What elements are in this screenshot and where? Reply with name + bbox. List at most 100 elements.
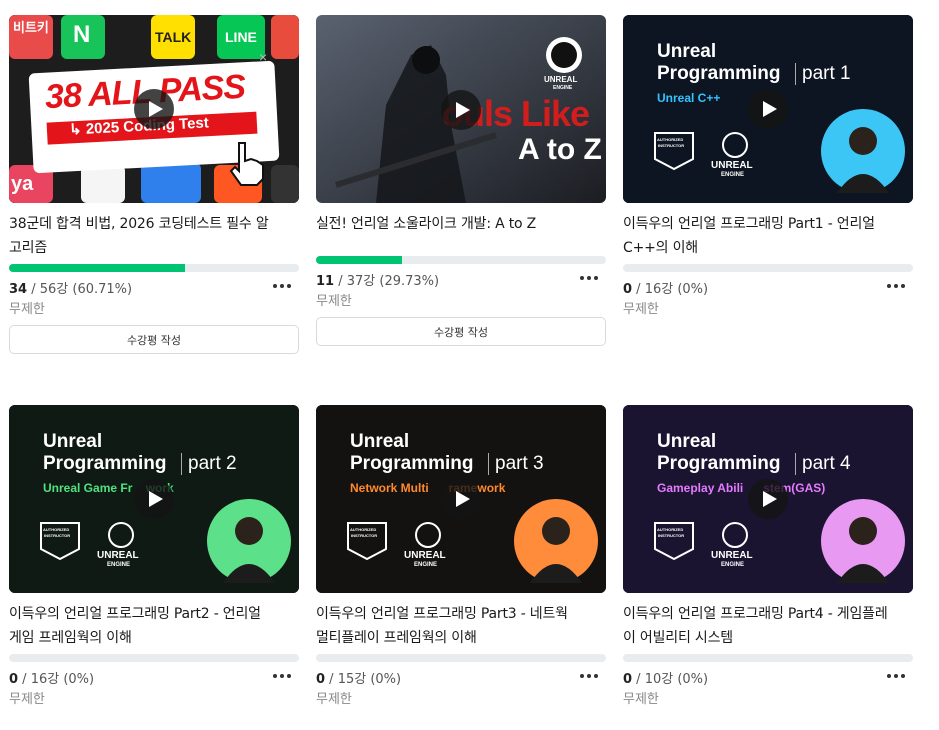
course-card[interactable]: Unreal Programming part 2 Unreal Game Fr… [9,405,299,707]
progress-fill [316,256,403,264]
course-thumbnail[interactable]: Unreal Programming part 4 Gameplay Abili… [623,405,913,593]
more-options-icon[interactable] [273,283,293,289]
access-period: 무제한 [623,692,659,707]
thumb-line2: Programming [657,63,781,84]
play-button[interactable] [748,479,788,519]
progress-done: 0 [623,282,633,297]
badge-authorized: AUTHORIZED [43,527,70,532]
thumb-line2: Programming [43,453,167,474]
course-card[interactable]: Unreal Programming part 4 Gameplay Abili… [623,405,913,707]
access-period: 무제한 [9,302,45,317]
engine-sub: ENGINE [414,562,438,568]
engine-sub: ENGINE [107,562,131,568]
engine-word: UNREAL [711,550,753,561]
engine-word: UNREAL [97,550,139,561]
course-thumbnail[interactable]: Unreal Programming part 1 Unreal C++ AUT… [623,15,913,203]
progress-done: 0 [623,672,633,687]
thumb-part: part 2 [181,453,237,475]
write-review-button[interactable]: 수강평 작성 [316,317,606,346]
course-card[interactable]: 비트키 N TALK LINE ya 38 ALL PASS ↳ 2025 Co… [9,15,299,354]
course-title-line: 이득우의 언리얼 프로그래밍 Part4 - 게임플레 [623,606,888,622]
badge-authorized: AUTHORIZED [657,137,684,142]
more-options-icon[interactable] [580,275,600,281]
play-button[interactable] [748,89,788,129]
course-title-line: 게임 프레임웍의 이해 [9,630,132,646]
progress-fill [9,264,186,272]
course-title[interactable]: 이득우의 언리얼 프로그래밍 Part3 - 네트웍 멀티플레이 프레임웍의 이… [316,602,606,650]
course-title-line: 38군데 합격 비법, 2026 코딩테스트 필수 알 [9,216,269,232]
progress-text: 11 / 37강 (29.73%) [316,270,606,289]
thumb-app-label: N [73,21,91,48]
play-button[interactable] [441,90,481,130]
progress-text: 34 / 56강 (60.71%) [9,278,299,297]
progress-total: / 56강 (60.71%) [27,282,133,297]
thumb-part: part 1 [795,63,851,85]
thumb-app-label: TALK [155,29,192,45]
play-button[interactable] [134,89,174,129]
thumb-line2: Programming [350,453,474,474]
engine-word: UNREAL [711,160,753,171]
thumb-line1: Unreal [657,431,717,452]
more-options-icon[interactable] [887,283,907,289]
course-title[interactable]: 실전! 언리얼 소울라이크 개발: A to Z [316,212,606,260]
course-card[interactable]: Unreal Programming part 1 Unreal C++ AUT… [623,15,913,317]
course-title-line: 멀티플레이 프레임웍의 이해 [316,630,477,646]
badge-authorized: AUTHORIZED [350,527,377,532]
thumb-line1: Unreal [350,431,410,452]
thumb-app-label: LINE [225,29,257,45]
write-review-button[interactable]: 수강평 작성 [9,325,299,354]
play-icon [455,102,470,118]
progress-bar [9,654,299,662]
progress-text: 0 / 15강 (0%) [316,668,606,687]
more-options-icon[interactable] [273,673,293,679]
engine-sub: ENGINE [721,172,745,178]
course-thumbnail[interactable]: Unreal Programming part 2 Unreal Game Fr… [9,405,299,593]
progress-bar [623,654,913,662]
progress-bar [9,264,299,272]
thumb-subtitle: Gameplay Abili stem(GAS) [657,481,826,495]
thumb-subtitle: Unreal C++ [657,91,721,105]
pointer-hand-icon [229,142,264,186]
play-icon [148,491,163,507]
thumb-app-label: 비트키 [13,20,49,35]
progress-total: / 16강 (0%) [632,282,709,297]
course-title[interactable]: 이득우의 언리얼 프로그래밍 Part4 - 게임플레 이 어빌리티 시스템 [623,602,913,650]
progress-done: 0 [316,672,326,687]
thumb-app-label: ya [11,173,34,195]
thumb-part: part 4 [795,453,851,475]
more-options-icon[interactable] [887,673,907,679]
thumb-subtitle: Network Multi ramework [350,481,506,495]
course-title-line: 실전! 언리얼 소울라이크 개발: A to Z [316,216,537,232]
course-title-line: 이 어빌리티 시스템 [623,630,733,646]
course-thumbnail[interactable]: 비트키 N TALK LINE ya 38 ALL PASS ↳ 2025 Co… [9,15,299,203]
more-options-icon[interactable] [580,673,600,679]
course-title[interactable]: 38군데 합격 비법, 2026 코딩테스트 필수 알 고리즘 [9,212,299,260]
course-card[interactable]: Unreal Programming part 3 Network Multi … [316,405,606,707]
engine-word: UNREAL [404,550,446,561]
play-icon [762,491,777,507]
course-title[interactable]: 이득우의 언리얼 프로그래밍 Part1 - 언리얼 C++의 이해 [623,212,913,260]
course-title[interactable]: 이득우의 언리얼 프로그래밍 Part2 - 언리얼 게임 프레임웍의 이해 [9,602,299,650]
thumb-line1: Unreal [657,41,717,62]
course-title-line: 이득우의 언리얼 프로그래밍 Part3 - 네트웍 [316,606,568,622]
course-title-line: C++의 이해 [623,240,698,256]
course-thumbnail[interactable]: UNREAL ENGINE ouls Like A to Z [316,15,606,203]
unreal-logo-word: UNREAL [544,75,578,84]
course-thumbnail[interactable]: Unreal Programming part 3 Network Multi … [316,405,606,593]
progress-done: 0 [9,672,19,687]
progress-bar [316,256,606,264]
close-icon: × [259,49,268,65]
play-icon [762,101,777,117]
course-card[interactable]: UNREAL ENGINE ouls Like A to Z 실전! 언리얼 소… [316,15,606,346]
unreal-logo-sub: ENGINE [553,85,573,91]
thumb-line2: Programming [657,453,781,474]
progress-total: / 16강 (0%) [18,672,95,687]
play-button[interactable] [441,479,481,519]
progress-text: 0 / 16강 (0%) [623,278,913,297]
thumb-part: part 3 [488,453,544,475]
progress-total: / 10강 (0%) [632,672,709,687]
play-button[interactable] [134,479,174,519]
thumb-line1: Unreal [43,431,103,452]
access-period: 무제한 [316,692,352,707]
course-title-line: 고리즘 [9,240,48,256]
